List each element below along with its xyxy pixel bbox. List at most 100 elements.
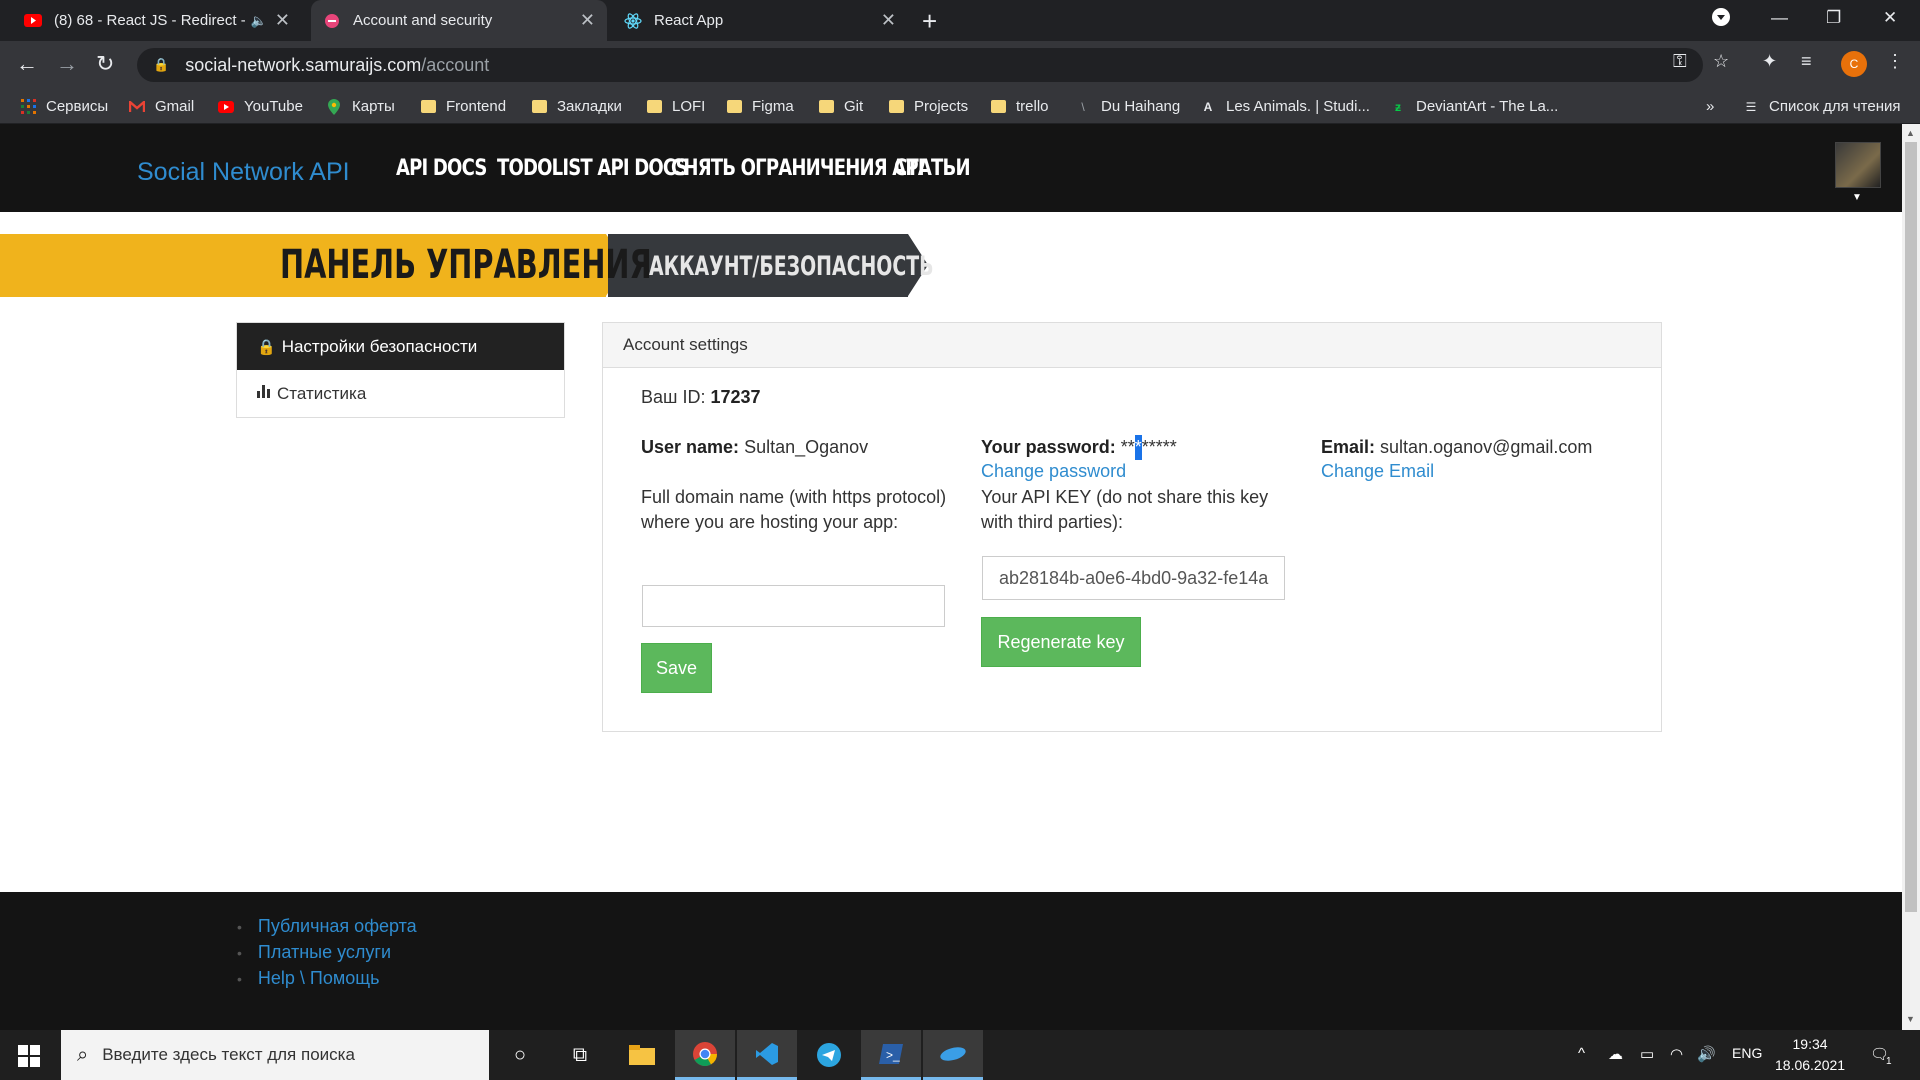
bookmark-maps[interactable]: Карты [326,89,395,124]
sidebar-item-statistics[interactable]: Статистика [237,370,564,417]
minimize-button[interactable]: — [1771,8,1788,28]
site-brand-link[interactable]: Social Network API [137,158,350,187]
wifi-icon[interactable]: ◠ [1670,1045,1683,1063]
footer-link-paid-services[interactable]: Платные услуги [237,940,417,966]
tab-react-app[interactable]: React App ✕ [612,0,908,41]
back-button[interactable]: ← [16,51,38,77]
scroll-down-arrow-icon[interactable]: ▼ [1906,1014,1915,1024]
tray-expand-icon[interactable]: ^ [1578,1045,1585,1062]
change-password-link[interactable]: Change password [981,461,1126,482]
new-tab-button[interactable]: + [922,6,937,37]
forward-button[interactable]: → [56,51,78,77]
cortana-icon[interactable]: ○ [490,1030,550,1080]
extensions-icon[interactable]: ✦ [1762,51,1777,72]
speaker-icon[interactable]: 🔈 [251,13,267,29]
bookmark-frontend[interactable]: Frontend [420,89,506,124]
bookmark-deviantart[interactable]: ƶ DeviantArt - The La... [1390,89,1558,124]
react-icon [624,12,642,30]
close-tab-icon[interactable]: ✕ [580,10,595,31]
password-value: ******** [1121,435,1177,460]
bookmark-label: LOFI [672,98,706,115]
save-button[interactable]: Save [641,643,712,693]
footer-link-offer[interactable]: Публичная оферта [237,914,417,940]
taskbar-search-input[interactable]: ⌕ Введите здесь текст для поиска [61,1030,489,1080]
bookmark-zakladki[interactable]: Закладки [531,89,622,124]
lock-icon[interactable]: 🔒 [153,57,169,73]
scrollbar-thumb[interactable] [1905,142,1917,912]
close-tab-icon[interactable]: ✕ [881,10,896,31]
powershell-icon[interactable]: >_ [861,1030,921,1080]
bookmark-label: Сервисы [46,98,109,115]
domain-input[interactable] [642,585,945,627]
windows-start-icon[interactable] [18,1045,40,1067]
bookmark-les-animals[interactable]: A Les Animals. | Studi... [1200,89,1370,124]
menu-icon[interactable]: ⋮ [1886,51,1904,72]
chrome-icon[interactable] [675,1030,735,1080]
app-icon[interactable] [923,1030,983,1080]
clock-date: 18.06.2021 [1775,1057,1846,1073]
profile-avatar[interactable]: C [1841,51,1867,77]
folder-icon [420,99,436,115]
username-row: User name: Sultan_Oganov [641,435,868,460]
maps-icon [326,98,342,115]
bookmark-figma[interactable]: Figma [726,89,794,124]
task-view-icon[interactable]: ⧉ [550,1030,610,1080]
password-selection: * [1134,435,1142,460]
file-explorer-icon[interactable] [612,1030,672,1080]
restore-button[interactable]: ❐ [1826,8,1841,28]
reading-list-button[interactable]: ☰ Список для чтения [1743,89,1901,124]
language-indicator[interactable]: ENG [1732,1045,1762,1061]
bookmark-youtube[interactable]: YouTube [218,89,303,124]
bookmark-gmail[interactable]: Gmail [129,89,194,124]
reload-button[interactable]: ↻ [96,51,114,77]
password-row: Your password: ******** [981,435,1177,460]
account-settings-panel: Account settings Ваш ID: 17237 User name… [602,322,1662,732]
bookmark-services[interactable]: Сервисы [20,89,108,124]
close-window-button[interactable]: ✕ [1883,8,1897,28]
bookmark-lofi[interactable]: LOFI [646,89,705,124]
user-avatar[interactable] [1835,142,1881,188]
scroll-up-arrow-icon[interactable]: ▲ [1906,128,1915,138]
bookmark-label: Карты [352,98,395,115]
nav-articles[interactable]: СТАТЬИ [894,156,971,181]
regenerate-key-button[interactable]: Regenerate key [981,617,1141,667]
footer-link-help[interactable]: Help \ Помощь [237,966,417,992]
volume-icon[interactable]: 🔊 [1697,1045,1716,1063]
deviantart-icon: ƶ [1395,99,1401,114]
nav-todolist-api-docs[interactable]: TODOLIST API DOCS [497,156,689,181]
tab-youtube[interactable]: (8) 68 - React JS - Redirect - 🔈 ✕ [12,0,302,41]
api-key-field[interactable]: ab28184b-a0e6-4bd0-9a32-fe14a [982,556,1285,600]
bookmark-trello[interactable]: trello [990,89,1049,124]
caret-down-icon[interactable]: ▼ [1852,192,1862,203]
vscode-icon[interactable] [737,1030,797,1080]
bookmark-du-haihang[interactable]: \ Du Haihang [1075,89,1180,124]
system-clock[interactable]: 19:34 18.06.2021 [1775,1034,1845,1076]
reading-list-label: Список для чтения [1769,98,1901,115]
bookmarks-overflow-button[interactable]: » [1706,89,1714,124]
close-tab-icon[interactable]: ✕ [275,10,290,31]
sidebar-item-label: Статистика [277,383,367,403]
bookmark-projects[interactable]: Projects [888,89,968,124]
key-icon[interactable]: ⚿ [1673,51,1687,72]
tab-account-security[interactable]: Account and security ✕ [311,0,607,41]
bookmark-label: Les Animals. | Studi... [1226,98,1370,115]
email-row: Email: sultan.oganov@gmail.com [1321,435,1592,460]
bookmark-git[interactable]: Git [818,89,863,124]
star-icon[interactable]: ☆ [1713,51,1729,72]
sidebar-item-security[interactable]: 🔒 Настройки безопасности [237,323,564,370]
tab-search-icon[interactable] [1712,8,1730,31]
nav-api-docs[interactable]: API DOCS [396,156,487,181]
cloud-icon[interactable]: ☁ [1608,1045,1623,1063]
battery-icon[interactable]: ▭ [1640,1045,1654,1063]
url-host: social-network.samuraijs.com [185,54,422,75]
bar-chart-icon [257,385,271,402]
youtube-icon [24,12,42,30]
page-scrollbar[interactable]: ▲ ▼ [1902,124,1920,1030]
url-input[interactable]: 🔒 social-network.samuraijs.com/account [137,48,1703,82]
media-icon[interactable]: ≡ [1801,51,1812,72]
nav-remove-limits[interactable]: СНЯТЬ ОГРАНИЧЕНИЯ API [671,156,925,181]
change-email-link[interactable]: Change Email [1321,461,1434,482]
telegram-icon[interactable] [799,1030,859,1080]
user-id-label: Ваш ID: [641,387,706,407]
password-masked: ***** [1141,437,1177,457]
